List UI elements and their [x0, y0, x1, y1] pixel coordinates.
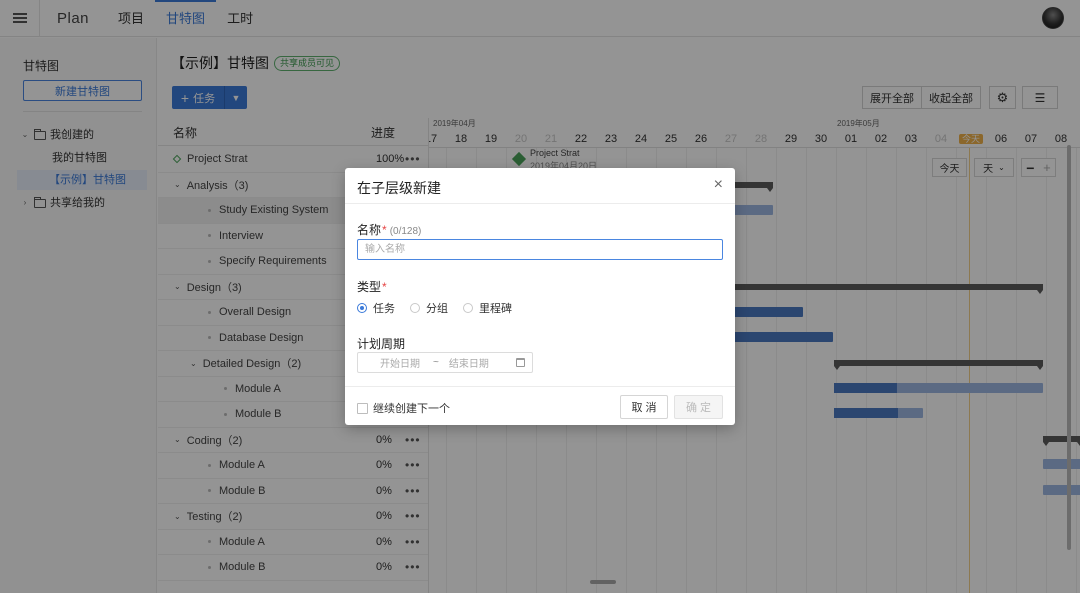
type-radio-group: 任务 分组 里程碑: [357, 300, 527, 316]
type-label-text: 类型: [357, 280, 382, 294]
radio-icon: [410, 303, 420, 313]
name-char-count: (0/128): [389, 226, 422, 237]
date-range-separator: ~: [433, 357, 439, 368]
start-date-input[interactable]: 开始日期: [380, 355, 420, 370]
checkbox-icon[interactable]: [357, 402, 368, 414]
modal-footer: 继续创建下一个 取 消 确 定: [345, 386, 735, 425]
type-radio-milestone[interactable]: 里程碑: [463, 300, 512, 316]
period-label: 计划周期: [357, 337, 406, 351]
end-date-input[interactable]: 结束日期: [449, 355, 489, 370]
required-mark: *: [382, 223, 387, 237]
radio-label: 任务: [373, 303, 395, 315]
type-label: 类型*: [357, 278, 387, 295]
type-radio-group-option[interactable]: 分组: [410, 300, 448, 316]
radio-label: 分组: [426, 303, 448, 315]
cancel-button[interactable]: 取 消: [620, 395, 668, 419]
create-child-modal: 在子层级新建 × 名称*(0/128) 类型* 任务 分组 里程碑 计划周期 开…: [345, 168, 735, 425]
modal-header: 在子层级新建 ×: [345, 168, 735, 204]
calendar-icon[interactable]: [516, 358, 525, 367]
continue-create-label: 继续创建下一个: [373, 403, 450, 415]
radio-icon: [463, 303, 473, 313]
name-label-text: 名称: [357, 223, 382, 237]
required-mark: *: [382, 280, 387, 294]
modal-title: 在子层级新建: [357, 180, 441, 196]
close-icon[interactable]: ×: [714, 177, 723, 193]
radio-label: 里程碑: [479, 303, 512, 315]
confirm-button[interactable]: 确 定: [674, 395, 723, 419]
name-input[interactable]: [357, 239, 723, 260]
continue-create-checkbox[interactable]: 继续创建下一个: [357, 400, 450, 416]
date-range-picker[interactable]: 开始日期 ~ 结束日期: [357, 352, 533, 373]
type-radio-task[interactable]: 任务: [357, 300, 395, 316]
name-label: 名称* (0/128): [357, 221, 421, 238]
radio-icon: [357, 303, 367, 313]
